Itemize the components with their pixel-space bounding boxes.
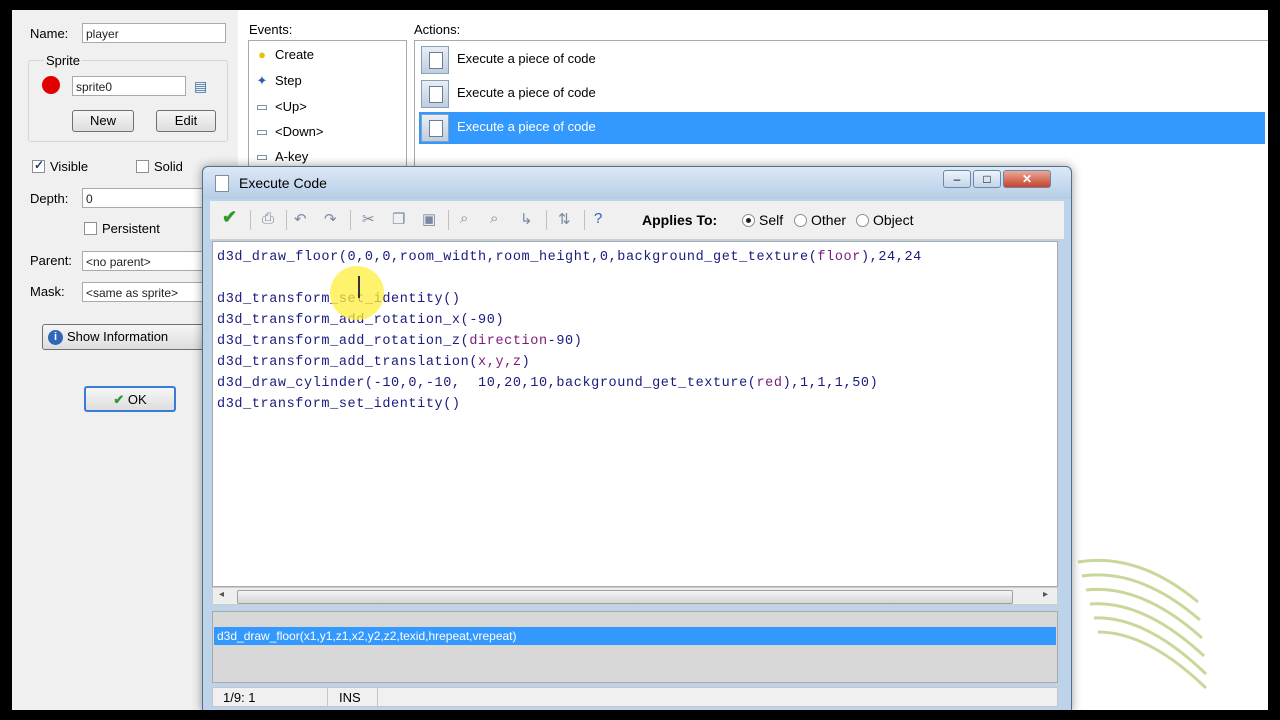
code-line-5: d3d_transform_add_rotation_z(direction-9… bbox=[217, 334, 583, 349]
ok-label: OK bbox=[127, 392, 147, 407]
execute-code-dialog: Execute Code – □ ✕ ✔ ⎙ ↶ ↷ ✂ ❐ ▣ ⌕ ⌕ ↳ ⇅… bbox=[202, 166, 1072, 710]
info-icon: i bbox=[48, 330, 63, 345]
sprite-menu-icon[interactable]: ▤ bbox=[194, 78, 207, 95]
sprite-group-label: Sprite bbox=[44, 53, 82, 68]
lightbulb-icon: ● bbox=[258, 47, 266, 62]
event-down[interactable]: ▭ <Down> bbox=[253, 121, 324, 143]
document-icon bbox=[215, 175, 229, 192]
visible-label: Visible bbox=[50, 159, 89, 174]
events-header: Events: bbox=[249, 22, 293, 37]
goto-icon[interactable]: ↳ bbox=[520, 210, 533, 228]
self-radio[interactable] bbox=[742, 214, 755, 227]
applies-to-label: Applies To: bbox=[642, 212, 718, 228]
print-icon[interactable]: ⎙ bbox=[262, 210, 274, 227]
keyboard-icon: ▭ bbox=[255, 124, 269, 139]
code-page-icon bbox=[421, 46, 449, 74]
action-row[interactable]: Execute a piece of code bbox=[419, 44, 1265, 76]
cursor-position: 1/9: 1 bbox=[223, 690, 256, 705]
dialog-titlebar[interactable]: Execute Code – □ ✕ bbox=[203, 167, 1071, 199]
parent-label: Parent: bbox=[30, 253, 72, 268]
new-sprite-button[interactable]: New bbox=[72, 110, 134, 132]
show-information-label: Show Information bbox=[67, 329, 169, 344]
ok-button[interactable]: ✔ OK bbox=[84, 386, 176, 412]
replace-icon[interactable]: ⌕ bbox=[490, 210, 498, 227]
persistent-checkbox[interactable] bbox=[84, 222, 97, 235]
visible-checkbox[interactable] bbox=[32, 158, 45, 173]
other-label: Other bbox=[811, 212, 847, 228]
event-a-key[interactable]: ▭ A-key bbox=[253, 146, 308, 168]
help-icon[interactable]: ? bbox=[594, 210, 602, 227]
mask-label: Mask: bbox=[30, 284, 65, 299]
keyboard-icon: ▭ bbox=[255, 99, 269, 114]
scroll-right-icon[interactable]: ▸ bbox=[1043, 589, 1048, 600]
check-icon: ✔ bbox=[113, 392, 125, 407]
status-bar: 1/9: 1 INS bbox=[212, 687, 1058, 707]
screen: Name: player Sprite sprite0 ▤ New Edit V… bbox=[12, 10, 1268, 710]
self-label: Self bbox=[759, 212, 784, 228]
code-line-8: d3d_transform_set_identity() bbox=[217, 397, 461, 412]
keyboard-icon: ▭ bbox=[255, 149, 269, 164]
event-create[interactable]: ● Create bbox=[253, 44, 314, 66]
solid-checkbox[interactable] bbox=[136, 160, 149, 173]
action-row[interactable]: Execute a piece of code bbox=[419, 78, 1265, 110]
horizontal-scrollbar[interactable]: ◂ ▸ bbox=[212, 587, 1058, 605]
other-radio[interactable] bbox=[794, 214, 807, 227]
code-line-6: d3d_transform_add_translation(x,y,z) bbox=[217, 355, 531, 370]
dialog-title: Execute Code bbox=[239, 175, 327, 191]
code-line-1: d3d_draw_floor(0,0,0,room_width,room_hei… bbox=[217, 250, 922, 265]
sort-icon[interactable]: ⇅ bbox=[558, 210, 571, 228]
persistent-label: Persistent bbox=[102, 221, 160, 236]
minimize-button[interactable]: – bbox=[943, 170, 971, 188]
leaves-decoration bbox=[1077, 558, 1208, 690]
solid-label: Solid bbox=[154, 159, 183, 174]
find-icon[interactable]: ⌕ bbox=[460, 210, 468, 227]
code-page-icon bbox=[421, 114, 449, 142]
copy-icon[interactable]: ❐ bbox=[392, 210, 405, 228]
actions-header: Actions: bbox=[414, 22, 461, 37]
maximize-button[interactable]: □ bbox=[973, 170, 1001, 188]
accept-check-icon[interactable]: ✔ bbox=[222, 207, 237, 228]
function-hint[interactable]: d3d_draw_floor(x1,y1,z1,x2,y2,z2,texid,h… bbox=[214, 627, 1056, 645]
undo-icon[interactable]: ↶ bbox=[294, 210, 307, 228]
code-toolbar: ✔ ⎙ ↶ ↷ ✂ ❐ ▣ ⌕ ⌕ ↳ ⇅ ? Applies To: Self… bbox=[210, 201, 1064, 240]
action-row-selected[interactable]: Execute a piece of code bbox=[419, 112, 1265, 144]
code-page-icon bbox=[421, 80, 449, 108]
name-label: Name: bbox=[30, 26, 69, 41]
edit-sprite-button[interactable]: Edit bbox=[156, 110, 216, 132]
event-up[interactable]: ▭ <Up> bbox=[253, 96, 307, 118]
name-input[interactable]: player bbox=[82, 23, 226, 43]
insert-mode: INS bbox=[339, 690, 361, 705]
object-label: Object bbox=[873, 212, 914, 228]
text-cursor-icon bbox=[358, 276, 360, 298]
step-icon: ✦ bbox=[256, 73, 268, 88]
scroll-left-icon[interactable]: ◂ bbox=[219, 589, 224, 600]
depth-label: Depth: bbox=[30, 191, 69, 206]
close-button[interactable]: ✕ bbox=[1003, 170, 1051, 188]
event-step[interactable]: ✦ Step bbox=[253, 70, 302, 92]
cut-icon[interactable]: ✂ bbox=[362, 210, 375, 228]
paste-icon[interactable]: ▣ bbox=[422, 210, 436, 228]
redo-icon[interactable]: ↷ bbox=[324, 210, 337, 228]
sprite-preview-icon bbox=[42, 76, 60, 94]
code-line-7: d3d_draw_cylinder(-10,0,-10, 10,20,10,ba… bbox=[217, 376, 879, 391]
function-hint-list: d3d_draw_floor(x1,y1,z1,x2,y2,z2,texid,h… bbox=[212, 611, 1058, 683]
cursor-highlight bbox=[330, 266, 384, 320]
object-radio[interactable] bbox=[856, 214, 869, 227]
scrollbar-thumb[interactable] bbox=[237, 590, 1013, 604]
sprite-select[interactable]: sprite0 bbox=[72, 76, 186, 96]
